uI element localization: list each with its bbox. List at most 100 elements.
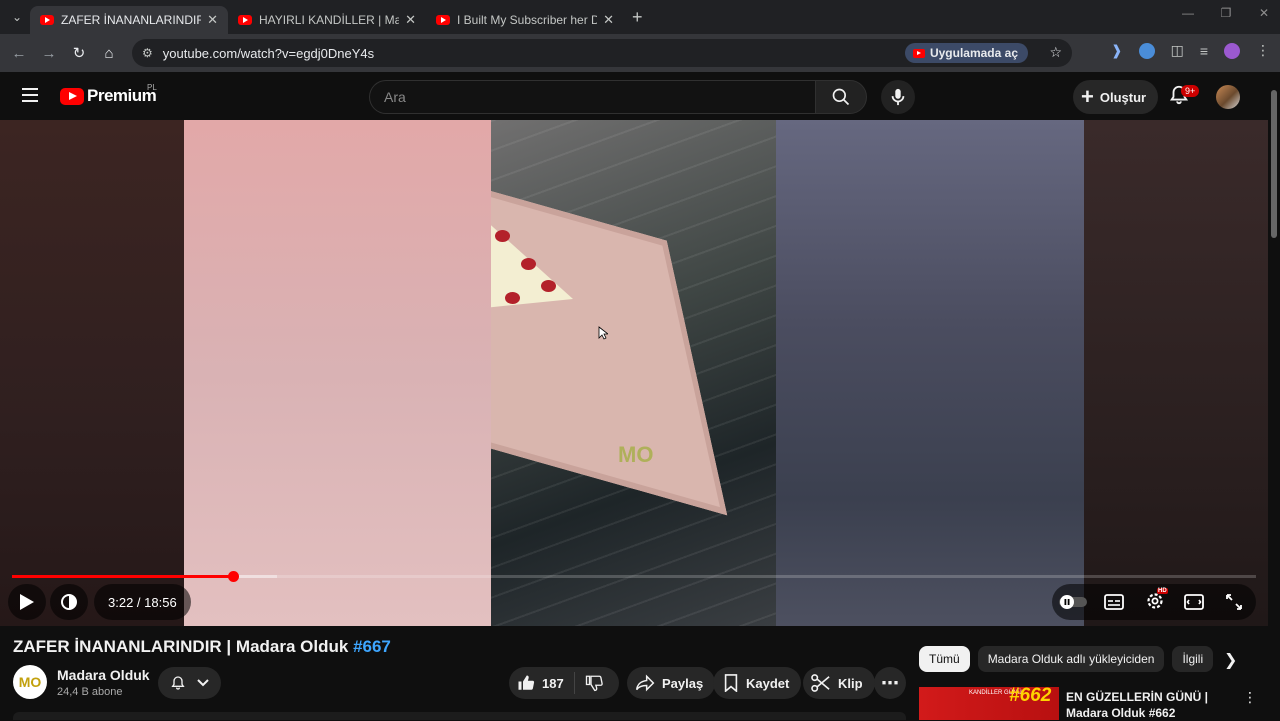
dislike-button[interactable] bbox=[575, 674, 613, 692]
open-in-app-button[interactable]: Uygulamada aç bbox=[904, 43, 1028, 63]
youtube-premium-logo[interactable]: Premium PL bbox=[60, 83, 157, 106]
fullscreen-button[interactable] bbox=[1222, 592, 1246, 612]
tab-close-icon[interactable]: ✕ bbox=[207, 12, 218, 28]
thumbs-up-icon bbox=[518, 675, 535, 690]
recommended-video-thumbnail[interactable]: KANDİLLER GÜNÜ #662 bbox=[919, 687, 1059, 720]
address-bar[interactable]: ⚙ youtube.com/watch?v=egdj0DneY4s Uygula… bbox=[132, 39, 1072, 67]
video-hashtag[interactable]: #667 bbox=[353, 637, 391, 656]
chip-all[interactable]: Tümü bbox=[919, 646, 970, 672]
browser-tab-bar: ⌄ ZAFER İNANANLARINDIR | Mad ✕ HAYIRLI K… bbox=[0, 0, 1280, 34]
new-tab-button[interactable]: + bbox=[632, 7, 643, 28]
page-scrollbar[interactable] bbox=[1268, 72, 1280, 720]
volume-button[interactable] bbox=[56, 592, 82, 612]
clip-label: Klip bbox=[838, 675, 863, 691]
progress-played bbox=[12, 575, 234, 578]
browser-tab[interactable]: HAYIRLI KANDİLLER | Madara O ✕ bbox=[228, 6, 426, 34]
more-actions-button[interactable]: ⋯ bbox=[874, 667, 906, 699]
video-title-text: ZAFER İNANANLARINDIR | Madara Olduk bbox=[13, 637, 349, 656]
home-icon[interactable]: ⌂ bbox=[94, 45, 124, 62]
play-icon bbox=[20, 594, 34, 610]
like-dislike-group: 187 bbox=[509, 667, 619, 699]
voice-search-button[interactable] bbox=[881, 80, 915, 114]
clip-button[interactable]: Klip bbox=[803, 667, 875, 699]
notification-count-badge: 9+ bbox=[1181, 85, 1200, 97]
fullscreen-icon bbox=[1226, 594, 1242, 610]
bell-icon bbox=[171, 676, 185, 690]
like-count: 187 bbox=[542, 675, 564, 691]
extension-sound-icon[interactable]: ❱ bbox=[1111, 42, 1123, 59]
ambient-blur-blue bbox=[776, 120, 1084, 626]
create-button[interactable]: + Oluştur bbox=[1073, 80, 1159, 114]
youtube-logo-icon bbox=[60, 87, 84, 105]
autoplay-toggle-icon bbox=[1059, 595, 1087, 609]
minimize-icon[interactable]: — bbox=[1180, 6, 1196, 20]
bookmark-star-icon[interactable]: ☆ bbox=[1049, 44, 1062, 61]
search-icon bbox=[832, 88, 850, 106]
chevron-right-icon[interactable]: ❯ bbox=[1224, 650, 1237, 670]
related-filter-chips: Tümü Madara Olduk adlı yükleyiciden İlgi… bbox=[919, 646, 1214, 672]
search-box bbox=[369, 80, 815, 114]
profile-icon[interactable] bbox=[1224, 42, 1240, 59]
channel-name[interactable]: Madara Olduk bbox=[57, 667, 150, 683]
thumbs-down-icon bbox=[585, 675, 603, 692]
subscriber-count: 24,4 B abone bbox=[57, 686, 123, 698]
guide-menu-icon[interactable] bbox=[22, 88, 38, 102]
search-button[interactable] bbox=[815, 80, 867, 114]
recommended-video-title[interactable]: EN GÜZELLERİN GÜNÜ | Madara Olduk #662 bbox=[1066, 689, 1241, 721]
time-display: 3:22 / 18:56 bbox=[94, 584, 191, 620]
like-button[interactable]: 187 bbox=[509, 672, 575, 694]
back-icon[interactable]: ← bbox=[4, 45, 34, 62]
play-button[interactable] bbox=[14, 592, 40, 612]
chip-from-uploader[interactable]: Madara Olduk adlı yükleyiciden bbox=[977, 646, 1165, 672]
volume-icon bbox=[61, 594, 77, 610]
logo-text: Premium bbox=[87, 86, 157, 105]
browser-toolbar: ← → ↻ ⌂ ⚙ youtube.com/watch?v=egdj0DneY4… bbox=[0, 34, 1280, 72]
theater-mode-button[interactable] bbox=[1182, 592, 1206, 612]
reading-list-icon[interactable]: ≡ bbox=[1200, 43, 1208, 59]
browser-tab[interactable]: I Built My Subscriber her Dream ✕ bbox=[426, 6, 624, 34]
hd-badge: HD bbox=[1157, 588, 1168, 594]
browser-tab-active[interactable]: ZAFER İNANANLARINDIR | Mad ✕ bbox=[30, 6, 228, 34]
extensions-puzzle-icon[interactable]: ◫ bbox=[1171, 42, 1184, 59]
description-box[interactable] bbox=[13, 712, 906, 720]
save-button[interactable]: Kaydet bbox=[713, 667, 802, 699]
search-input[interactable] bbox=[384, 89, 815, 105]
subscription-notifications-button[interactable] bbox=[158, 667, 221, 699]
more-vertical-icon[interactable]: ⋮ bbox=[1243, 689, 1257, 706]
youtube-masthead: Premium PL + Oluştur bbox=[0, 72, 1268, 120]
share-label: Paylaş bbox=[662, 675, 704, 691]
autoplay-toggle[interactable] bbox=[1058, 592, 1088, 612]
account-avatar[interactable] bbox=[1216, 85, 1240, 109]
subtitles-button[interactable] bbox=[1102, 592, 1126, 612]
extension-shazam-icon[interactable] bbox=[1138, 42, 1155, 59]
site-info-icon[interactable]: ⚙ bbox=[142, 46, 153, 60]
ambient-blur-pink bbox=[184, 120, 491, 626]
reload-icon[interactable]: ↻ bbox=[64, 44, 94, 62]
chevron-down-icon bbox=[197, 679, 209, 687]
video-player[interactable]: MO 3:22 / 18:56 HD bbox=[0, 120, 1268, 626]
tab-close-icon[interactable]: ✕ bbox=[603, 12, 614, 28]
progress-bar[interactable] bbox=[12, 571, 1256, 582]
create-label: Oluştur bbox=[1099, 89, 1147, 105]
tab-label: ZAFER İNANANLARINDIR | Mad bbox=[61, 13, 202, 27]
settings-button[interactable]: HD bbox=[1142, 588, 1168, 612]
ambient-blur-right bbox=[1084, 120, 1268, 626]
restore-icon[interactable]: ❐ bbox=[1218, 6, 1234, 20]
close-window-icon[interactable]: ✕ bbox=[1256, 6, 1272, 20]
forward-icon[interactable]: → bbox=[34, 45, 64, 62]
subtitles-icon bbox=[1104, 594, 1124, 610]
browser-menu-icon[interactable]: ⋮ bbox=[1256, 42, 1270, 59]
chip-related[interactable]: İlgili bbox=[1172, 646, 1214, 672]
mouse-cursor-icon bbox=[598, 326, 608, 340]
video-frame: MO bbox=[491, 120, 776, 626]
scrollbar-thumb[interactable] bbox=[1271, 90, 1277, 238]
open-in-app-label: Uygulamada aç bbox=[929, 46, 1018, 60]
youtube-favicon-icon bbox=[436, 15, 450, 25]
tab-close-icon[interactable]: ✕ bbox=[405, 12, 416, 28]
tab-label: I Built My Subscriber her Dream bbox=[457, 13, 598, 27]
tab-search-chevron-icon[interactable]: ⌄ bbox=[4, 4, 30, 30]
channel-avatar[interactable]: MO bbox=[13, 665, 47, 699]
share-button[interactable]: Paylaş bbox=[627, 667, 716, 699]
theater-mode-icon bbox=[1184, 594, 1204, 610]
extensions-area: ❱ ◫ ≡ ⋮ bbox=[1111, 42, 1270, 59]
